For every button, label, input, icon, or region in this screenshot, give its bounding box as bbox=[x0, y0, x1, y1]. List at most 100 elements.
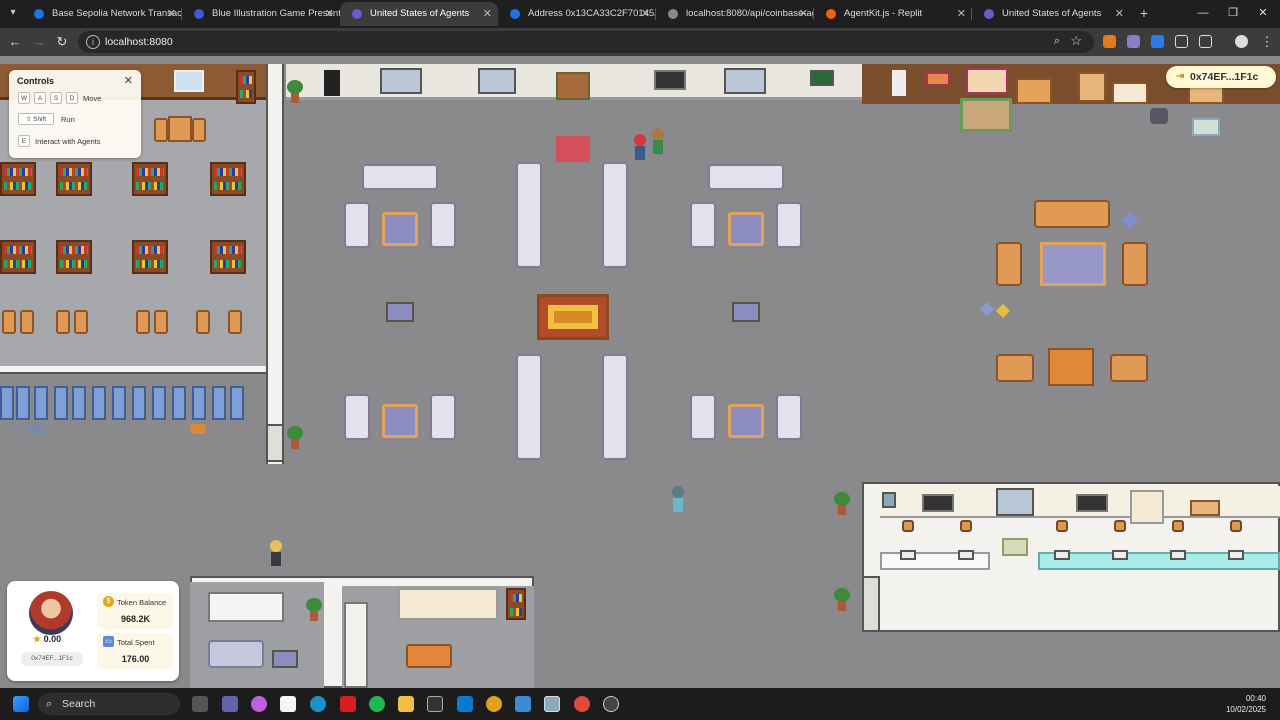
close-controls-icon[interactable]: ✕ bbox=[124, 74, 133, 87]
armchair bbox=[344, 202, 370, 248]
wood-chair bbox=[228, 310, 242, 334]
terminal-icon[interactable] bbox=[427, 696, 443, 712]
reload-button[interactable]: ↻ bbox=[53, 33, 71, 51]
extension-purple-icon[interactable] bbox=[1127, 35, 1140, 48]
site-info-icon[interactable]: i bbox=[86, 35, 100, 49]
total-spent-label: Total Spent bbox=[117, 638, 155, 647]
cushion bbox=[995, 303, 1011, 319]
office-door bbox=[862, 576, 880, 632]
locker bbox=[112, 386, 126, 420]
agent-red-character[interactable] bbox=[632, 134, 648, 162]
locker bbox=[132, 386, 146, 420]
cabinet bbox=[1078, 72, 1106, 102]
long-sofa bbox=[602, 354, 628, 460]
fireplace bbox=[556, 72, 590, 100]
close-window-button[interactable]: ✕ bbox=[1248, 2, 1278, 24]
close-tab-icon[interactable]: ✕ bbox=[167, 2, 176, 26]
cushion bbox=[979, 301, 995, 317]
close-tab-icon[interactable]: ✕ bbox=[641, 2, 650, 26]
edge-icon[interactable] bbox=[310, 696, 326, 712]
notes-icon[interactable] bbox=[515, 696, 531, 712]
extension-square-icon[interactable] bbox=[1175, 35, 1188, 48]
armchair bbox=[344, 394, 370, 440]
task-view-icon[interactable] bbox=[192, 696, 208, 712]
system-clock[interactable]: 00:40 10/02/2025 bbox=[1226, 693, 1266, 715]
windows-start-icon[interactable] bbox=[13, 696, 29, 712]
tab-search-icon[interactable]: ▾ bbox=[4, 4, 22, 22]
long-sofa bbox=[516, 354, 542, 460]
tab-title: Base Sepolia Network Transacti bbox=[52, 8, 182, 19]
maximize-button[interactable]: ❐ bbox=[1218, 2, 1248, 24]
copilot-icon[interactable] bbox=[251, 696, 267, 712]
close-tab-icon[interactable]: ✕ bbox=[799, 2, 808, 26]
wall-divider bbox=[0, 366, 266, 374]
url-bar[interactable]: i localhost:8080 ⌕ ☆ bbox=[78, 31, 1094, 53]
wall-column bbox=[266, 424, 284, 462]
extension-blue-icon[interactable] bbox=[1151, 35, 1164, 48]
github-icon[interactable] bbox=[603, 696, 619, 712]
wood-chair bbox=[154, 118, 168, 142]
close-tab-icon[interactable]: ✕ bbox=[483, 2, 492, 26]
url-text[interactable]: localhost:8080 bbox=[105, 31, 173, 53]
chrome-icon[interactable] bbox=[574, 696, 590, 712]
bookshelf bbox=[0, 162, 36, 196]
wood-armchair bbox=[1122, 242, 1148, 286]
image-app-icon[interactable] bbox=[544, 696, 560, 712]
spotify-icon[interactable] bbox=[369, 696, 385, 712]
tab-blue-illustration[interactable]: Blue Illustration Game Presenta ✕ bbox=[182, 2, 340, 26]
teams-icon[interactable] bbox=[222, 696, 238, 712]
tab-localhost-api[interactable]: localhost:8080/api/coinbase-ag ✕ bbox=[656, 2, 814, 26]
forward-button[interactable]: → bbox=[30, 33, 48, 51]
potted-plant bbox=[834, 492, 850, 516]
browser-menu-icon[interactable]: ⋮ bbox=[1258, 33, 1276, 51]
agent-teal-character[interactable] bbox=[670, 486, 686, 514]
tab-united-states-of-agents[interactable]: United States of Agents ✕ bbox=[340, 2, 498, 26]
back-button[interactable]: ← bbox=[6, 33, 24, 51]
wood-sofa bbox=[1034, 200, 1110, 228]
extension-fox-icon[interactable] bbox=[1103, 35, 1116, 48]
wood-chair bbox=[196, 310, 210, 334]
store-icon[interactable] bbox=[280, 696, 296, 712]
extensions-puzzle-icon[interactable] bbox=[1199, 35, 1212, 48]
tab-agentkit-replit[interactable]: AgentKit.js - Replit ✕ bbox=[814, 2, 972, 26]
total-spent-box: ▭ Total Spent 176.00 bbox=[97, 633, 174, 669]
app-l-icon[interactable] bbox=[340, 696, 356, 712]
tab-base-sepolia[interactable]: Base Sepolia Network Transacti ✕ bbox=[22, 2, 182, 26]
zoom-icon[interactable]: ⌕ bbox=[1054, 35, 1060, 48]
office-chair bbox=[1114, 520, 1126, 532]
bookshelf bbox=[0, 240, 36, 274]
new-tab-button[interactable]: + bbox=[1136, 4, 1152, 22]
address-bar: ← → ↻ i localhost:8080 ⌕ ☆ ⋮ bbox=[0, 28, 1280, 56]
close-tab-icon[interactable]: ✕ bbox=[325, 2, 334, 26]
bookshelf bbox=[56, 240, 92, 274]
agent-brown-character[interactable] bbox=[650, 128, 666, 156]
file-explorer-icon[interactable] bbox=[398, 696, 414, 712]
wood-chair bbox=[20, 310, 34, 334]
minimize-button[interactable]: — bbox=[1188, 2, 1218, 24]
score: ★ 0.00 bbox=[33, 634, 61, 645]
bookmark-star-icon[interactable]: ☆ bbox=[1070, 33, 1082, 49]
close-tab-icon[interactable]: ✕ bbox=[957, 2, 966, 26]
dropped-item bbox=[26, 424, 46, 436]
tab-united-states-of-agents-2[interactable]: United States of Agents ✕ bbox=[972, 2, 1130, 26]
player-character[interactable] bbox=[268, 540, 284, 568]
wallet-address-button[interactable]: ⇥ 0x74EF...1F1c bbox=[1166, 66, 1276, 88]
green-rug bbox=[960, 98, 1012, 132]
taskbar-search[interactable]: ⌕ Search bbox=[38, 693, 180, 715]
sofa bbox=[362, 164, 438, 190]
close-tab-icon[interactable]: ✕ bbox=[1115, 2, 1124, 26]
doormat bbox=[1192, 118, 1220, 136]
wood-chair bbox=[136, 310, 150, 334]
potted-plant bbox=[287, 426, 303, 450]
avatar[interactable] bbox=[29, 591, 73, 635]
profile-icon[interactable] bbox=[1235, 35, 1248, 48]
vscode-icon[interactable] bbox=[457, 696, 473, 712]
bed-table bbox=[1112, 82, 1148, 104]
locker bbox=[72, 386, 86, 420]
shop-shelf bbox=[208, 592, 284, 622]
game-canvas[interactable] bbox=[0, 56, 1280, 688]
tab-address[interactable]: Address 0x13CA33C2F70145A0 ✕ bbox=[498, 2, 656, 26]
chrome-active-icon[interactable] bbox=[486, 696, 502, 712]
office-chair bbox=[902, 520, 914, 532]
clock-date: 10/02/2025 bbox=[1225, 705, 1266, 714]
